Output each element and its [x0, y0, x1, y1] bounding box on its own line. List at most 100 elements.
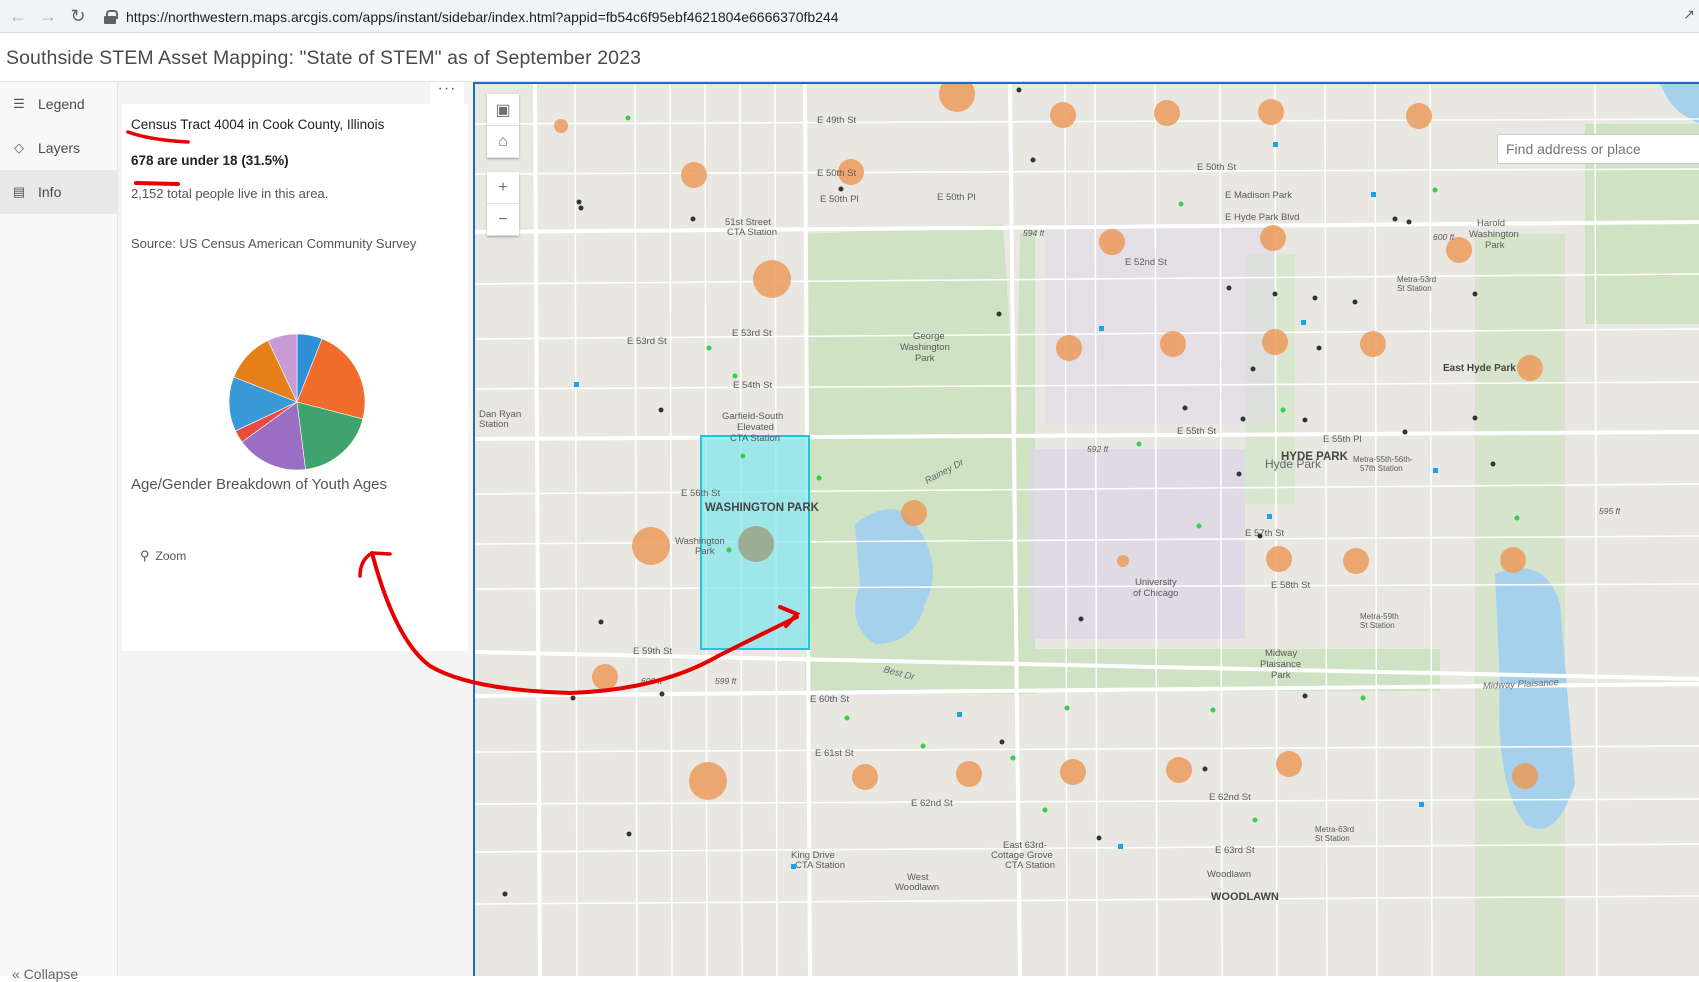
svg-text:E 61st St: E 61st St	[815, 748, 854, 759]
svg-text:St Station: St Station	[1397, 284, 1432, 293]
svg-text:57th Station: 57th Station	[1360, 464, 1403, 473]
popup-card: Census Tract 4004 in Cook County, Illino…	[122, 104, 468, 651]
svg-text:Hyde Park: Hyde Park	[1265, 457, 1322, 471]
svg-text:Park: Park	[695, 546, 715, 557]
svg-text:E 50th St: E 50th St	[817, 168, 856, 179]
sidebar-item-legend[interactable]: ☰ Legend	[0, 82, 117, 126]
map-view[interactable]: E 49th St E 50th St E 50th Pl E 50th Pl …	[473, 82, 1699, 976]
svg-text:Midway: Midway	[1265, 648, 1297, 659]
svg-text:Park: Park	[1271, 670, 1291, 681]
svg-text:Metra-55th-56th-: Metra-55th-56th-	[1353, 455, 1413, 464]
zoom-in-icon: ⚲	[140, 548, 150, 563]
svg-text:599 ft: 599 ft	[715, 676, 737, 686]
svg-text:CTA Station: CTA Station	[730, 433, 780, 444]
sidebar-item-info[interactable]: ▤ Info	[0, 170, 117, 214]
sidebar-item-label: Layers	[38, 140, 81, 156]
info-icon: ▤	[12, 184, 26, 199]
svg-text:Park: Park	[1485, 240, 1505, 251]
map-tools-group: ▣ ⌂	[487, 94, 519, 158]
svg-text:E 63rd St: E 63rd St	[1215, 845, 1255, 856]
svg-text:CTA Station: CTA Station	[727, 227, 777, 238]
svg-text:E 50th St: E 50th St	[1197, 162, 1236, 173]
svg-text:Metra-53rd: Metra-53rd	[1397, 275, 1436, 284]
basemap-gallery-icon[interactable]: ▣	[487, 94, 519, 126]
svg-text:Woodlawn: Woodlawn	[1207, 869, 1251, 880]
zoom-controls: + −	[487, 172, 519, 236]
data-source: Source: US Census American Community Sur…	[131, 236, 417, 251]
collapse-label: Collapse	[23, 966, 79, 982]
extension-icon[interactable]: ↗	[1683, 6, 1695, 23]
chart-caption: Age/Gender Breakdown of Youth Ages	[131, 476, 388, 493]
svg-text:St Station: St Station	[1360, 621, 1395, 630]
page-title: Southside STEM Asset Mapping: "State of …	[6, 47, 642, 69]
search-input[interactable]	[1497, 134, 1699, 164]
back-arrow-icon[interactable]: ←	[6, 4, 30, 28]
app-header: Southside STEM Asset Mapping: "State of …	[0, 34, 1699, 82]
address-bar[interactable]: https://northwestern.maps.arcgis.com/app…	[104, 4, 1684, 29]
svg-text:E 55th St: E 55th St	[1177, 426, 1216, 437]
svg-text:E 56th St: E 56th St	[681, 488, 720, 499]
sidebar-item-label: Info	[38, 184, 62, 200]
svg-text:E Hyde Park Blvd: E Hyde Park Blvd	[1225, 212, 1299, 223]
sidebar-item-layers[interactable]: ◇ Layers	[0, 126, 117, 170]
svg-text:St Station: St Station	[1315, 834, 1350, 843]
forward-arrow-icon[interactable]: →	[36, 4, 60, 28]
svg-text:E 55th Pl: E 55th Pl	[1323, 434, 1362, 445]
zoom-label: Zoom	[155, 549, 187, 563]
svg-text:Metra-63rd: Metra-63rd	[1315, 825, 1354, 834]
home-icon[interactable]: ⌂	[487, 126, 519, 158]
chevron-left-icon: «	[12, 966, 20, 982]
svg-text:600 ft: 600 ft	[641, 676, 663, 686]
lock-icon	[104, 9, 118, 24]
svg-text:CTA Station: CTA Station	[795, 860, 845, 871]
svg-text:E 57th St: E 57th St	[1245, 528, 1284, 539]
svg-text:E 49th St: E 49th St	[817, 115, 856, 126]
reload-icon[interactable]: ↻	[66, 4, 90, 28]
svg-text:E 53rd St: E 53rd St	[732, 328, 772, 339]
zoom-button[interactable]: ⚲ Zoom	[140, 548, 186, 564]
svg-text:E 50th Pl: E 50th Pl	[937, 192, 976, 203]
svg-text:592 ft: 592 ft	[1087, 444, 1109, 454]
svg-text:E 62nd St: E 62nd St	[1209, 792, 1251, 803]
svg-text:595 ft: 595 ft	[1599, 506, 1621, 516]
browser-toolbar: ← → ↻ https://northwestern.maps.arcgis.c…	[0, 0, 1699, 33]
url-text: https://northwestern.maps.arcgis.com/app…	[126, 8, 839, 25]
svg-text:600 ft: 600 ft	[1433, 232, 1455, 242]
svg-text:Woodlawn: Woodlawn	[895, 882, 939, 893]
svg-text:E 54th St: E 54th St	[733, 380, 772, 391]
svg-text:594 ft: 594 ft	[1023, 228, 1045, 238]
list-icon: ☰	[13, 96, 25, 111]
svg-text:Park: Park	[915, 353, 935, 364]
svg-text:E 52nd St: E 52nd St	[1125, 257, 1167, 268]
svg-text:University: University	[1135, 577, 1177, 588]
svg-text:of Chicago: of Chicago	[1133, 588, 1178, 599]
svg-text:Plaisance: Plaisance	[1260, 659, 1301, 670]
zoom-out-button[interactable]: −	[487, 204, 519, 236]
svg-text:East Hyde Park: East Hyde Park	[1443, 363, 1516, 374]
zoom-in-button[interactable]: +	[487, 172, 519, 204]
sidebar-item-label: Legend	[38, 96, 85, 112]
total-population: 2,152 total people live in this area.	[131, 186, 329, 201]
svg-text:WASHINGTON PARK: WASHINGTON PARK	[705, 502, 820, 514]
svg-text:E 53rd St: E 53rd St	[627, 336, 667, 347]
svg-text:Metra-59th: Metra-59th	[1360, 612, 1399, 621]
svg-text:Garfield-South: Garfield-South	[722, 411, 783, 422]
layers-icon: ◇	[14, 140, 24, 155]
svg-text:E 62nd St: E 62nd St	[911, 798, 953, 809]
svg-text:E Madison Park: E Madison Park	[1225, 190, 1292, 201]
svg-text:E 60th St: E 60th St	[810, 694, 849, 705]
svg-text:CTA Station: CTA Station	[1005, 860, 1055, 871]
svg-text:Washington: Washington	[1469, 229, 1519, 240]
svg-text:E 59th St: E 59th St	[633, 646, 672, 657]
svg-text:Elevated: Elevated	[737, 422, 774, 433]
svg-text:Washington: Washington	[900, 342, 950, 353]
svg-text:E 58th St: E 58th St	[1271, 580, 1310, 591]
svg-text:E 50th Pl: E 50th Pl	[820, 194, 859, 205]
tract-title: Census Tract 4004 in Cook County, Illino…	[131, 117, 385, 132]
more-options-button[interactable]: ···	[430, 81, 464, 104]
svg-text:Station: Station	[479, 419, 509, 430]
left-sidebar: ☰ Legend ◇ Layers ▤ Info « Collapse	[0, 82, 118, 982]
under-18-stat: 678 are under 18 (31.5%)	[131, 153, 289, 168]
collapse-button[interactable]: « Collapse	[12, 966, 78, 982]
pie-chart[interactable]	[227, 332, 367, 472]
